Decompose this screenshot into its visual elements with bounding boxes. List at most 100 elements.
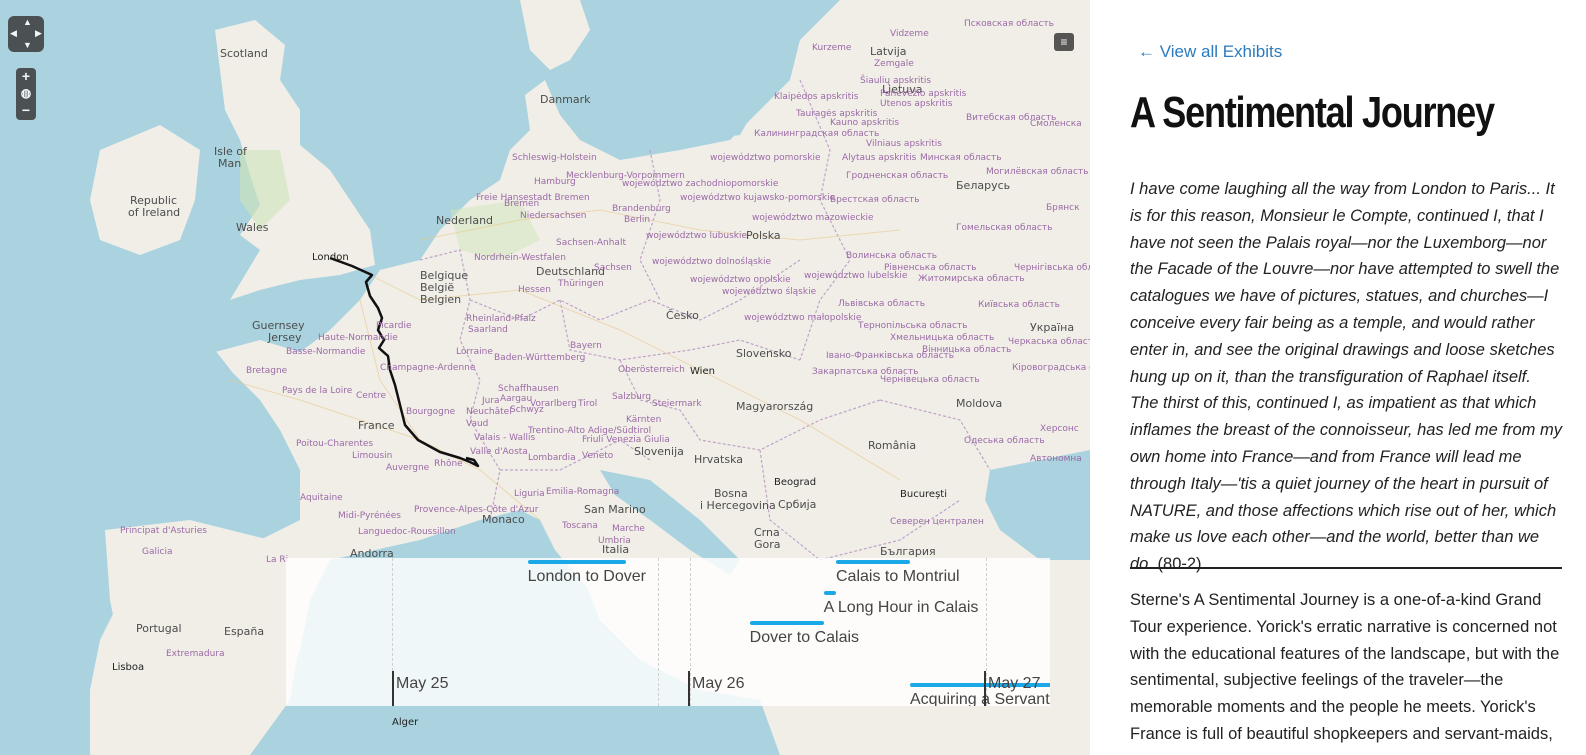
map[interactable]: Scotland Isle of Man Republic of Ireland Wale…	[0, 0, 1090, 755]
map-label: Belgien	[420, 293, 462, 306]
map-label: Lombardia	[528, 453, 576, 463]
timeline-event-label[interactable]: Calais to Montriul	[836, 568, 960, 586]
map-label: województwo mazowieckie	[752, 213, 874, 223]
exhibit-description: Sterne's A Sentimental Journey is a one-…	[1130, 591, 1560, 755]
map-label: Zemgale	[874, 59, 914, 69]
map-label: Principat d'Asturies	[120, 526, 207, 536]
map-label: Basse-Normandie	[286, 347, 366, 357]
map-label: Rhône	[434, 459, 463, 469]
timeline-grid-line	[658, 558, 659, 706]
map-label: Valle d'Aosta	[470, 447, 528, 457]
timeline-event-bar[interactable]	[823, 591, 836, 595]
map-label: Тернопільська область	[858, 321, 968, 331]
timeline-event-label[interactable]: London to Dover	[528, 568, 646, 586]
map-label: Marche	[612, 524, 645, 534]
map-label: Львівська область	[838, 299, 926, 309]
timeline-event-label[interactable]: Acquiring a Servant	[910, 691, 1050, 706]
map-label: Кіровоградська обл	[1012, 363, 1090, 373]
map-label: Волинська область	[846, 251, 938, 261]
timeline-grid-line	[690, 558, 691, 706]
map-label: Автономна	[1030, 454, 1082, 464]
map-label: Северен централен	[890, 517, 984, 527]
pan-down-icon[interactable]: ▼	[23, 41, 32, 50]
zoom-out-button[interactable]: −	[16, 102, 36, 119]
map-label: Івано-Франківська область	[826, 351, 955, 361]
divider	[1130, 567, 1562, 569]
map-label: Псковская область	[964, 19, 1054, 29]
map-label: Kärnten	[626, 415, 662, 425]
map-label: Київська область	[978, 300, 1060, 310]
map-label: Vidzeme	[890, 29, 929, 39]
timeline-day-tick	[392, 671, 394, 706]
timeline-date-label: May 26	[692, 675, 745, 692]
map-label: Valais - Wallis	[474, 433, 536, 443]
map-label: Man	[218, 157, 242, 170]
map-label: Nederland	[436, 214, 494, 227]
map-label: Україна	[1030, 321, 1075, 334]
map-label: Беларусь	[956, 179, 1011, 192]
globe-icon[interactable]: ◍	[16, 85, 36, 102]
map-label: Минская область	[920, 153, 1002, 163]
map-label: Kurzeme	[812, 43, 852, 53]
map-label: Gora	[754, 538, 781, 551]
map-label: województwo małopolskie	[744, 313, 862, 323]
timeline-event-label[interactable]: Dover to Calais	[750, 629, 859, 647]
map-label: Scotland	[220, 47, 268, 60]
map-label: Česko	[666, 309, 699, 322]
map-label: i Hercegovina	[700, 499, 776, 512]
map-label: Vaud	[466, 419, 489, 429]
map-label: Alytaus apskritis	[842, 153, 917, 163]
map-label: Danmark	[540, 93, 591, 106]
map-label: Steiermark	[652, 399, 702, 409]
map-label: Tirol	[578, 399, 598, 409]
map-label: Magyarország	[736, 400, 814, 413]
map-label: Черкаська область	[1008, 337, 1090, 347]
timeline-event-bar[interactable]	[836, 560, 910, 564]
timeline-event-bar[interactable]	[527, 560, 627, 564]
timeline-date-label: May 25	[396, 675, 449, 692]
pan-up-icon[interactable]: ▲	[23, 18, 32, 27]
map-label: Србија	[778, 498, 817, 511]
map-label: Sachsen-Anhalt	[556, 238, 626, 248]
map-label: Sachsen	[594, 263, 632, 273]
map-label: Galicia	[142, 547, 173, 557]
map-label: Alger	[392, 717, 419, 728]
exhibit-panel: ← View all Exhibits A Sentimental Journe…	[1090, 0, 1586, 755]
map-label: Aquitaine	[300, 493, 343, 503]
map-label: Veneto	[582, 451, 614, 461]
quote-citation: (80-2)	[1157, 555, 1202, 574]
timeline-event-bar[interactable]	[749, 621, 824, 625]
pan-left-icon[interactable]: ◀	[10, 29, 17, 38]
zoom-in-button[interactable]: +	[16, 68, 36, 85]
map-label: Чернівецька область	[880, 375, 980, 385]
timeline-event-label[interactable]: A Long Hour in Calais	[824, 599, 979, 617]
map-label: Monaco	[482, 513, 525, 526]
map-label: Latvija	[870, 45, 907, 58]
pan-control[interactable]: ▲ ▼ ◀ ▶	[8, 16, 44, 52]
map-label: Limousin	[352, 451, 393, 461]
map-label: Liguria	[514, 489, 545, 499]
map-label: Pays de la Loire	[282, 386, 353, 396]
map-label: Saarland	[468, 325, 508, 335]
map-label: Хмельницька область	[890, 333, 995, 343]
pan-right-icon[interactable]: ▶	[35, 29, 42, 38]
map-label: Picardie	[376, 321, 412, 331]
map-label: województwo dolnośląskie	[652, 257, 772, 267]
map-label: Nordrhein-Westfalen	[474, 253, 566, 263]
timeline[interactable]: London to Dover Calais to Montriul A Long …	[286, 558, 1050, 706]
map-label: România	[868, 439, 917, 452]
map-label: Bourgogne	[406, 407, 456, 417]
map-label: London	[312, 252, 349, 263]
timeline-date-label: May 27	[988, 675, 1041, 692]
map-label: Lisboa	[112, 662, 145, 673]
map-label: București	[900, 489, 947, 500]
map-label: Portugal	[136, 622, 182, 635]
layers-icon[interactable]: ≡	[1054, 33, 1074, 51]
map-label: Toscana	[562, 521, 598, 531]
page-title: A Sentimental Journey	[1130, 88, 1495, 137]
map-label: województwo kujawsko-pomorskie	[680, 193, 836, 203]
view-all-exhibits-link[interactable]: ← View all Exhibits	[1138, 42, 1282, 62]
map-label: Niedersachsen	[520, 211, 587, 221]
map-label: Neuchâtel	[466, 407, 512, 417]
map-label: Гомельская область	[956, 223, 1053, 233]
